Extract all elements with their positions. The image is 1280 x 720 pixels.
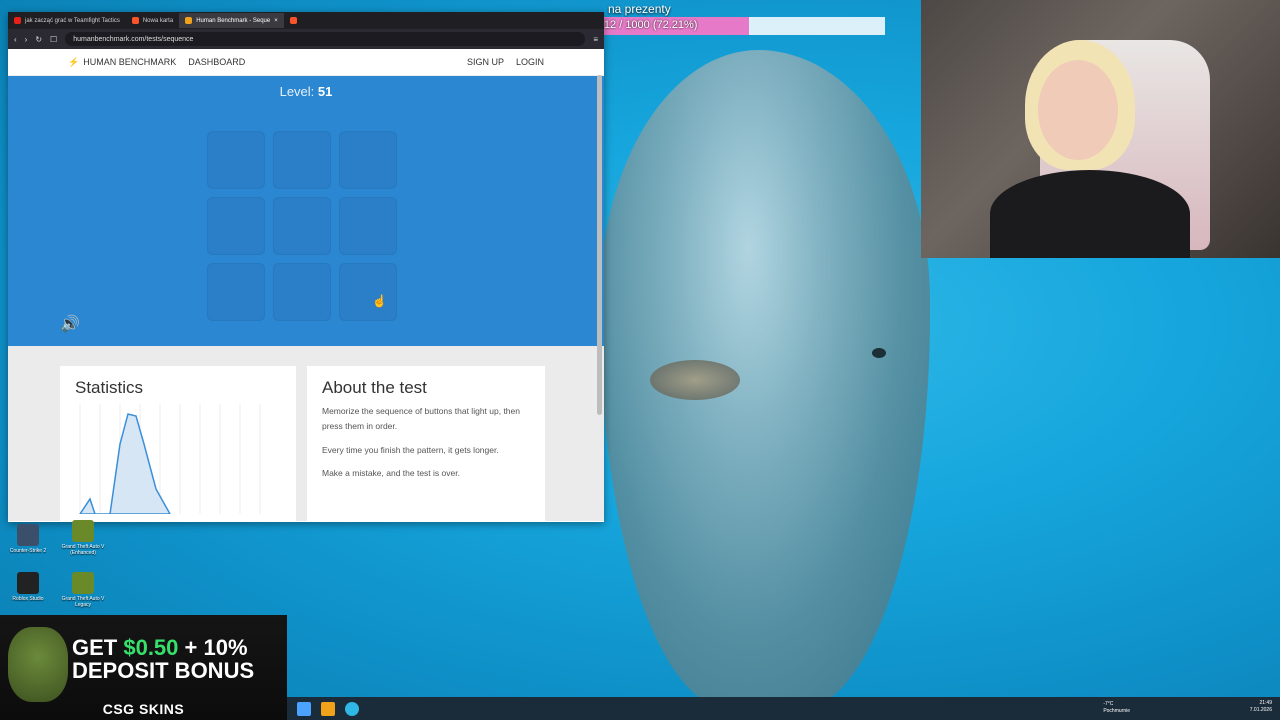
sequence-square[interactable] [207, 263, 265, 321]
about-paragraph: Memorize the sequence of buttons that li… [322, 406, 520, 432]
statistics-card: Statistics [60, 366, 296, 522]
webcam-person [1038, 60, 1118, 160]
lightning-icon: ⚡ [68, 56, 80, 67]
back-icon[interactable]: ‹ [14, 35, 17, 44]
ad-headline-part: GET [72, 635, 124, 660]
desktop-icon-gta-legacy[interactable]: Grand Theft Auto V Legacy [58, 572, 108, 608]
wallpaper-dolphin-eye [872, 348, 886, 358]
gta-icon [72, 572, 94, 594]
tab-humanbenchmark[interactable]: Human Benchmark - Seque × [179, 13, 284, 28]
level-value: 51 [317, 84, 333, 99]
address-input[interactable]: humanbenchmark.com/tests/sequence [65, 32, 586, 46]
statistics-chart [78, 404, 261, 515]
youtube-icon [14, 17, 21, 24]
taskbar-app-icon[interactable] [345, 701, 359, 716]
sequence-square[interactable] [339, 263, 397, 321]
clock-time: 21:49 [1259, 700, 1272, 706]
brand-link[interactable]: HUMAN BENCHMARK [83, 57, 176, 67]
desktop-icon-label: Grand Theft Auto V Legacy [61, 596, 105, 608]
tab-youtube[interactable]: jak zacząć grać w Teamfight Tactics [8, 13, 126, 28]
close-icon[interactable]: × [274, 18, 278, 24]
ad-brand: CSG SKINS [102, 701, 185, 717]
tab-label: jak zacząć grać w Teamfight Tactics [25, 17, 120, 24]
info-section: Statistics About the test Memorize the s… [8, 346, 604, 522]
tab-label: Human Benchmark - Seque [196, 17, 271, 24]
taskbar-app-icon[interactable] [297, 701, 311, 716]
url-bar: ‹ › ↻ ☐ humanbenchmark.com/tests/sequenc… [8, 29, 604, 49]
weather-text: Pochmurnie [1103, 708, 1130, 714]
forward-icon[interactable]: › [25, 35, 28, 44]
tab-bar: jak zacząć grać w Teamfight Tactics Nowa… [8, 12, 604, 29]
tab-extra[interactable] [284, 13, 303, 28]
about-paragraph: Every time you finish the pattern, it ge… [322, 444, 499, 455]
level-label: Level: [279, 84, 315, 99]
ad-headline-part: + 10% [178, 635, 248, 660]
sequence-test-area: Level: 51 🔊 ☝ [8, 76, 604, 346]
site-nav: ⚡ HUMAN BENCHMARK DASHBOARD SIGN UP LOGI… [8, 49, 604, 76]
taskbar-app-icon[interactable] [321, 701, 335, 716]
sequence-square[interactable] [339, 197, 397, 255]
desktop-icon-label: Roblox Studio [12, 596, 44, 602]
gta-icon [72, 520, 94, 542]
tab-new[interactable]: Nowa karta [126, 13, 179, 28]
weather-temp: -7°C [1103, 701, 1114, 707]
brave-icon [289, 17, 297, 24]
sequence-grid [207, 131, 397, 321]
desktop-icon-roblox[interactable]: Roblox Studio [3, 572, 53, 602]
sequence-square[interactable] [273, 197, 331, 255]
sponsor-banner: GET $0.50 + 10% DEPOSIT BONUS CSG SKINS [0, 615, 287, 720]
sequence-square[interactable] [339, 131, 397, 189]
tab-label: Nowa karta [142, 17, 174, 24]
desktop-icon-label: Grand Theft Auto V (Enhanced) [61, 544, 105, 556]
desktop-icon-label: Counter-Strike 2 [9, 548, 47, 554]
ad-headline-amount: $0.50 [123, 635, 179, 660]
weather-widget[interactable]: -7°C Pochmurnie [1103, 701, 1130, 715]
about-card: About the test Memorize the sequence of … [307, 366, 545, 522]
desktop-icon-gta-enhanced[interactable]: Grand Theft Auto V (Enhanced) [58, 520, 108, 556]
brave-icon [131, 17, 139, 24]
level-indicator: Level: 51 [8, 84, 604, 99]
about-title: About the test [322, 378, 427, 397]
statistics-title: Statistics [75, 378, 144, 397]
humanbenchmark-icon [185, 17, 193, 24]
signup-link[interactable]: SIGN UP [467, 57, 504, 67]
mouse-cursor-icon: ☝ [372, 294, 387, 308]
sequence-square[interactable] [273, 263, 331, 321]
donation-goal-label: na prezenty [608, 2, 671, 16]
sequence-square[interactable] [273, 131, 331, 189]
cs2-icon [17, 524, 39, 546]
mascot-image [8, 627, 68, 702]
bookmark-icon[interactable]: ☐ [50, 35, 57, 44]
webcam-person-body [990, 170, 1190, 258]
speaker-icon[interactable]: 🔊 [60, 314, 80, 334]
menu-icon[interactable]: ≡ [593, 35, 598, 44]
roblox-icon [17, 572, 39, 594]
reload-icon[interactable]: ↻ [35, 35, 42, 44]
clock[interactable]: 21:49 7.01.2026 [1250, 700, 1272, 714]
browser-window: jak zacząć grać w Teamfight Tactics Nowa… [8, 12, 604, 522]
clock-date: 7.01.2026 [1249, 707, 1272, 713]
ad-subheadline: DEPOSIT BONUS [72, 658, 255, 683]
wallpaper-dolphin-mouth [650, 360, 740, 400]
page-scrollbar[interactable] [597, 75, 602, 415]
desktop-icon-cs2[interactable]: Counter-Strike 2 [3, 524, 53, 554]
dashboard-link[interactable]: DASHBOARD [188, 57, 245, 67]
taskbar: -7°C Pochmurnie 21:49 7.01.2026 [287, 697, 1280, 720]
about-paragraph: Make a mistake, and the test is over. [322, 467, 460, 478]
sequence-square[interactable] [207, 197, 265, 255]
sequence-square[interactable] [207, 131, 265, 189]
login-link[interactable]: LOGIN [516, 57, 544, 67]
